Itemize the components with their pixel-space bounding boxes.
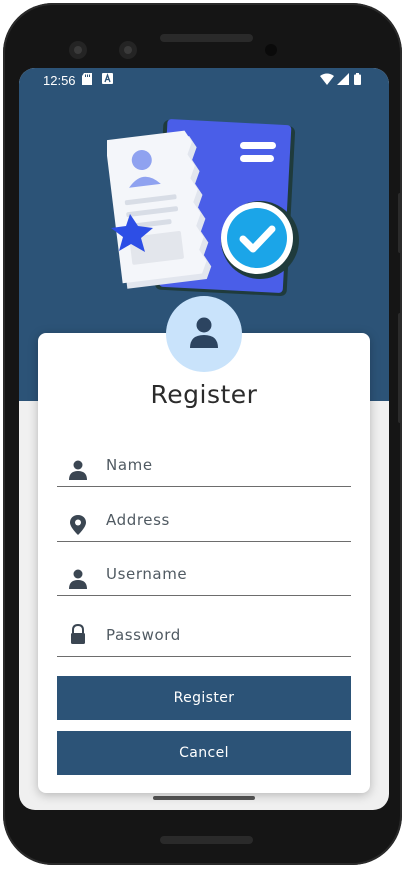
address-field[interactable]: Address [57, 501, 351, 542]
avatar [166, 296, 242, 372]
address-placeholder: Address [106, 511, 170, 529]
user-avatar-icon [189, 316, 219, 352]
person-icon [69, 460, 87, 480]
screen: 12:56 Register Name Address Username Pas… [19, 68, 389, 810]
person-icon [69, 569, 87, 589]
battery-icon [354, 73, 361, 88]
bottom-speaker [160, 836, 253, 844]
username-placeholder: Username [106, 565, 188, 583]
location-pin-icon [69, 515, 87, 535]
sensor-icon [265, 44, 277, 56]
home-indicator[interactable] [153, 796, 255, 800]
power-button [398, 313, 402, 423]
volume-button [398, 193, 402, 253]
register-card: Register Name Address Username Password [38, 333, 370, 793]
signal-icon [337, 73, 349, 88]
password-field[interactable]: Password [57, 616, 351, 657]
front-camera-icon [119, 41, 137, 59]
status-bar: 12:56 [19, 68, 389, 92]
cancel-button[interactable]: Cancel [57, 731, 351, 775]
registration-document-icon [105, 118, 302, 303]
register-button[interactable]: Register [57, 676, 351, 720]
lock-icon [69, 623, 87, 644]
sd-card-icon [82, 73, 92, 88]
username-field[interactable]: Username [57, 555, 351, 596]
front-camera-icon [69, 41, 87, 59]
top-speaker [160, 34, 253, 42]
password-placeholder: Password [106, 626, 181, 644]
page-title: Register [150, 380, 258, 409]
status-time: 12:56 [43, 73, 76, 88]
name-field[interactable]: Name [57, 446, 351, 487]
a-icon [102, 73, 113, 87]
name-placeholder: Name [106, 456, 153, 474]
wifi-icon [320, 73, 334, 88]
